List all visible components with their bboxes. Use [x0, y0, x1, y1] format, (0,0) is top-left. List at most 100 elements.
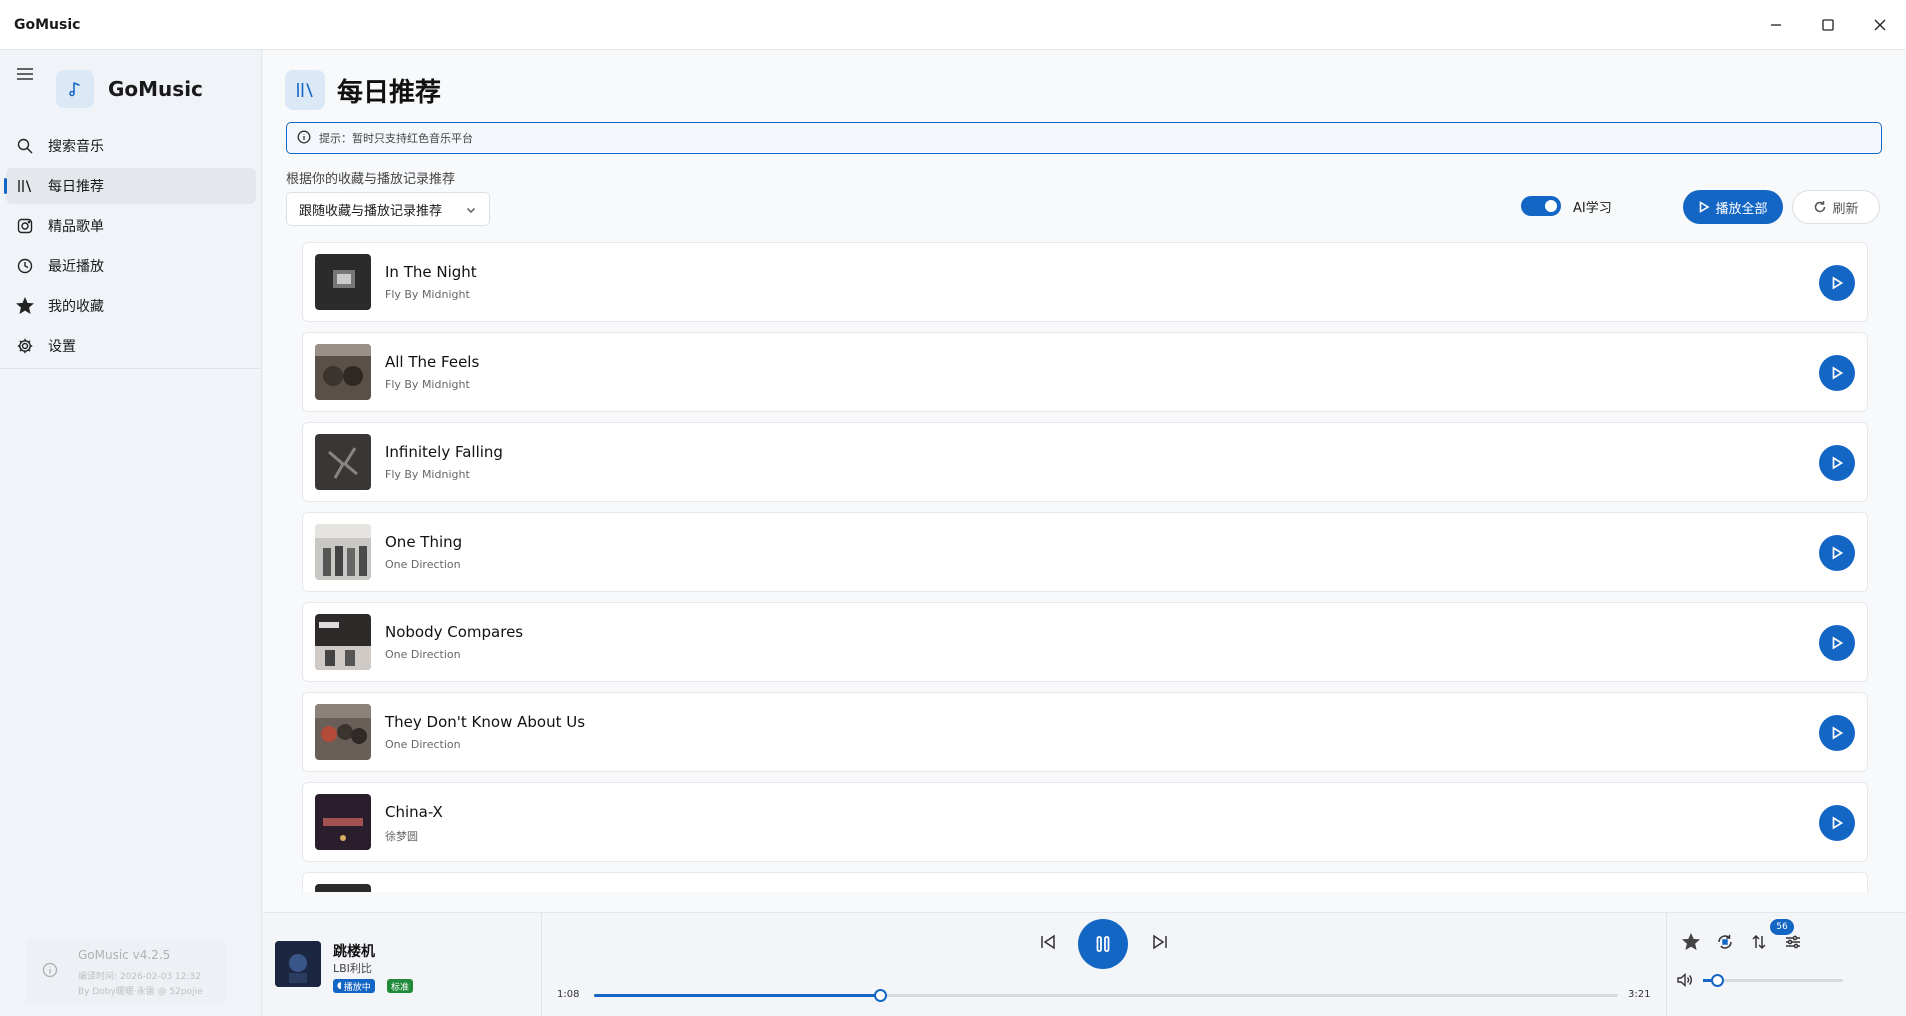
- album-cover: [315, 704, 371, 760]
- album-cover: [315, 434, 371, 490]
- equalizer-button[interactable]: [1782, 931, 1804, 953]
- progress-fill: [594, 994, 880, 997]
- song-row[interactable]: China-X 徐梦圆: [302, 782, 1868, 862]
- refresh-button[interactable]: 刷新: [1792, 190, 1880, 224]
- repeat-one-icon: [1718, 934, 1732, 949]
- ai-learning-control: AI学习: [1521, 196, 1612, 216]
- sidebar-divider: [0, 368, 262, 369]
- sidebar-item-favorites[interactable]: 我的收藏: [6, 288, 256, 324]
- close-icon: [1874, 19, 1886, 31]
- progress-bar[interactable]: [594, 989, 1618, 1002]
- play-song-button[interactable]: [1819, 445, 1855, 481]
- select-value: 跟随收藏与播放记录推荐: [299, 203, 443, 219]
- sidebar-item-label: 我的收藏: [48, 299, 104, 315]
- song-row[interactable]: Nobody Compares One Direction: [302, 602, 1868, 682]
- song-row[interactable]: One Thing One Direction: [302, 512, 1868, 592]
- song-list: In The Night Fly By Midnight All The Fee…: [302, 242, 1868, 892]
- brand-name: GoMusic: [108, 77, 203, 101]
- song-row[interactable]: [302, 872, 1868, 892]
- play-song-button[interactable]: [1819, 625, 1855, 661]
- skip-previous-icon: [1041, 934, 1055, 950]
- menu-toggle-button[interactable]: [16, 66, 34, 80]
- sort-arrows-icon: [1752, 934, 1766, 950]
- play-all-button[interactable]: 播放全部: [1683, 190, 1783, 224]
- play-icon: [1832, 276, 1844, 290]
- volume-icon: [1677, 972, 1692, 988]
- ai-learning-toggle[interactable]: [1521, 196, 1561, 216]
- favorite-button[interactable]: [1680, 931, 1702, 953]
- song-row[interactable]: Infinitely Falling Fly By Midnight: [302, 422, 1868, 502]
- close-button[interactable]: [1854, 0, 1906, 50]
- sound-wave-icon: ◖: [337, 981, 342, 991]
- song-title: All The Feels: [385, 353, 480, 371]
- info-icon: [42, 962, 58, 978]
- sidebar-item-playlists[interactable]: 精品歌单: [6, 208, 256, 244]
- album-cover: [315, 524, 371, 580]
- queue-button[interactable]: [1748, 931, 1770, 953]
- album-cover: [315, 344, 371, 400]
- volume-button[interactable]: [1676, 971, 1694, 989]
- album-cover: [315, 254, 371, 310]
- repeat-mode-button[interactable]: [1714, 931, 1736, 953]
- gear-icon: [16, 337, 34, 355]
- sidebar-item-recent[interactable]: 最近播放: [6, 248, 256, 284]
- play-song-button[interactable]: [1819, 355, 1855, 391]
- previous-button[interactable]: [1037, 931, 1059, 953]
- album-cover: [315, 884, 371, 892]
- song-row[interactable]: All The Feels Fly By Midnight: [302, 332, 1868, 412]
- minimize-button[interactable]: [1750, 0, 1802, 50]
- notice-banner: 提示：暂时只支持红色音乐平台: [286, 122, 1882, 154]
- play-icon: [1832, 726, 1844, 740]
- song-title: Infinitely Falling: [385, 443, 503, 461]
- player-bar: 跳楼机 LBI利比 ◖ 播放中 标准 1:08 3:21 56: [263, 912, 1906, 1016]
- play-song-button[interactable]: [1819, 265, 1855, 301]
- music-note-icon: [56, 70, 94, 108]
- ai-learning-label: AI学习: [1573, 200, 1612, 216]
- minimize-icon: [1771, 24, 1781, 26]
- playlist-icon: [16, 217, 34, 235]
- song-row[interactable]: In The Night Fly By Midnight: [302, 242, 1868, 322]
- song-title: Nobody Compares: [385, 623, 524, 641]
- play-song-button[interactable]: [1819, 715, 1855, 751]
- next-button[interactable]: [1149, 931, 1171, 953]
- info-icon: [297, 129, 311, 148]
- equalizer-icon: [1786, 935, 1800, 949]
- song-artist: One Direction: [385, 558, 461, 571]
- song-title: In The Night: [385, 263, 477, 281]
- maximize-button[interactable]: [1802, 0, 1854, 50]
- sidebar-item-label: 每日推荐: [48, 179, 104, 195]
- title-bar: GoMusic: [0, 0, 1906, 50]
- progress-handle[interactable]: [873, 989, 887, 1002]
- now-playing-cover: [275, 941, 321, 987]
- play-song-button[interactable]: [1819, 805, 1855, 841]
- sidebar: GoMusic 搜索音乐 每日推荐 精品歌单 最近播放 我的收藏 设置 GoMu…: [0, 50, 262, 1016]
- sidebar-item-daily[interactable]: 每日推荐: [4, 168, 256, 204]
- clock-icon: [16, 257, 34, 275]
- page-header: 每日推荐: [285, 70, 441, 110]
- current-time: 1:08: [557, 989, 580, 1000]
- sidebar-item-search[interactable]: 搜索音乐: [6, 128, 256, 164]
- refresh-icon: [1815, 201, 1826, 213]
- quality-badge: 标准: [387, 979, 414, 993]
- play-icon: [1832, 816, 1844, 830]
- window-controls: [1750, 0, 1906, 50]
- album-cover: [315, 614, 371, 670]
- sidebar-item-settings[interactable]: 设置: [6, 328, 256, 364]
- version-card: GoMusic v4.2.5 编译时间: 2026-02-03 12:32 By…: [26, 938, 226, 1004]
- version-title: GoMusic v4.2.5: [78, 948, 171, 962]
- song-artist: Fly By Midnight: [385, 468, 470, 481]
- play-song-button[interactable]: [1819, 535, 1855, 571]
- volume-handle[interactable]: [1711, 974, 1724, 987]
- now-playing-title: 跳楼机: [333, 944, 375, 960]
- play-icon: [1832, 366, 1844, 380]
- song-row[interactable]: They Don't Know About Us One Direction: [302, 692, 1868, 772]
- play-icon: [1832, 546, 1844, 560]
- sidebar-item-label: 搜索音乐: [48, 139, 104, 155]
- recommend-mode-select[interactable]: 跟随收藏与播放记录推荐: [286, 192, 490, 226]
- maximize-icon: [1822, 19, 1834, 31]
- brand: GoMusic: [56, 70, 203, 108]
- pause-button[interactable]: [1078, 919, 1128, 969]
- volume-slider[interactable]: [1703, 974, 1843, 987]
- sidebar-item-label: 精品歌单: [48, 219, 104, 235]
- now-playing-artist: LBI利比: [333, 962, 372, 975]
